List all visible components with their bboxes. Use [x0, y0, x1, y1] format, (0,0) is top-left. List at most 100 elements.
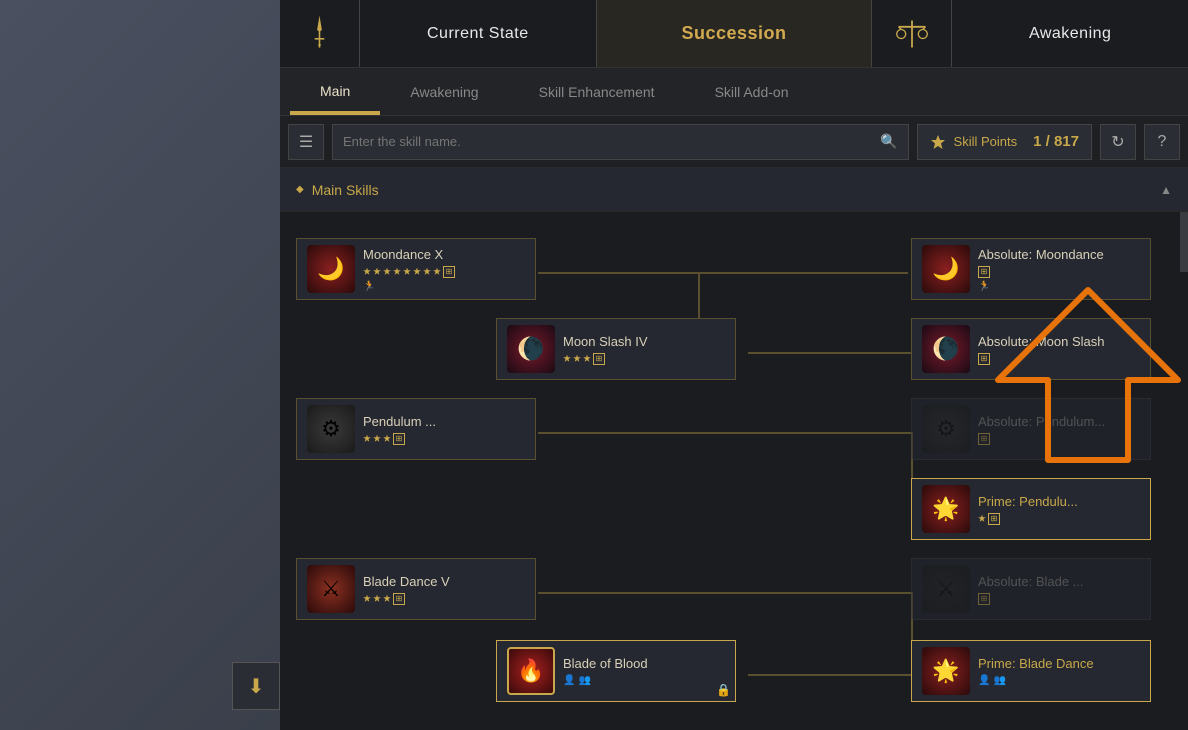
tab-awakening[interactable]: Awakening [380, 68, 508, 115]
skill-card-abs-blade[interactable]: ⚔ Absolute: Blade ... ⊞ [911, 558, 1151, 620]
tabs-row: Main Awakening Skill Enhancement Skill A… [280, 68, 1188, 116]
left-background [0, 0, 280, 730]
lock-icon-blade-blood: 🔒 [716, 683, 731, 697]
skill-card-prime-pendulum[interactable]: 🌟 Prime: Pendulu... ⊞ [911, 478, 1151, 540]
skill-icon-abs-moondance: 🌙 [922, 245, 970, 293]
search-input[interactable] [343, 134, 872, 149]
nav-current-state[interactable]: Current State [360, 0, 597, 67]
skill-icon-prime-pendulum: 🌟 [922, 485, 970, 533]
stars-moondance: ⊞ [363, 266, 525, 278]
search-icon: 🔍 [880, 133, 897, 150]
current-state-label: Current State [427, 25, 529, 43]
skill-name-abs-pendulum: Absolute: Pendulum... [978, 414, 1140, 429]
expand-abs-moon-slash[interactable]: ⊞ [978, 353, 990, 365]
expand-icon-blade-dance[interactable]: ⊞ [393, 593, 405, 605]
skill-name-moon-slash: Moon Slash IV [563, 334, 725, 349]
stars-moon-slash: ⊞ [563, 353, 725, 365]
expand-abs-pendulum[interactable]: ⊞ [978, 433, 990, 445]
skill-name-abs-moon-slash: Absolute: Moon Slash [978, 334, 1140, 349]
help-button[interactable]: ? [1144, 124, 1180, 160]
expand-abs-blade[interactable]: ⊞ [978, 593, 990, 605]
skill-points-value: 1 / 817 [1033, 133, 1079, 150]
expand-icon-pendulum[interactable]: ⊞ [393, 433, 405, 445]
stars-abs-pendulum: ⊞ [978, 433, 1140, 445]
scales-icon-section[interactable] [872, 0, 952, 67]
skill-tree: 🌙 Moondance X ⊞ [296, 228, 1172, 730]
stars-pendulum: ⊞ [363, 433, 525, 445]
subicons-moondance: 🏃 [363, 281, 525, 292]
section-header-left: ◆ Main Skills [296, 182, 379, 198]
skill-card-abs-moon-slash[interactable]: 🌘 Absolute: Moon Slash ⊞ [911, 318, 1151, 380]
skill-icon-moondance: 🌙 [307, 245, 355, 293]
section-header: ◆ Main Skills ▲ [280, 168, 1188, 212]
skill-card-moon-slash[interactable]: 🌘 Moon Slash IV ⊞ [496, 318, 736, 380]
skill-card-blade-blood[interactable]: 🔥 Blade of Blood 👤 👥 🔒 [496, 640, 736, 702]
skill-icon-blade-blood: 🔥 [507, 647, 555, 695]
stars-abs-moon-slash: ⊞ [978, 353, 1140, 365]
expand-icon-moon-slash[interactable]: ⊞ [593, 353, 605, 365]
skill-name-abs-blade: Absolute: Blade ... [978, 574, 1140, 589]
skill-card-prime-blade[interactable]: 🌟 Prime: Blade Dance 👤 👥 [911, 640, 1151, 702]
main-skills-label: Main Skills [312, 182, 379, 198]
awakening-label: Awakening [1029, 25, 1111, 43]
collapse-button[interactable]: ▲ [1160, 183, 1172, 197]
stars-blade-dance: ⊞ [363, 593, 525, 605]
skill-name-pendulum: Pendulum ... [363, 414, 525, 429]
skill-icon-abs-moon-slash: 🌘 [922, 325, 970, 373]
nav-succession[interactable]: Succession [597, 0, 873, 67]
scales-icon [894, 16, 930, 52]
skill-points-icon [930, 134, 946, 150]
expand-prime-pendulum[interactable]: ⊞ [988, 513, 1000, 525]
skill-icon-abs-blade: ⚔ [922, 565, 970, 613]
connector-moondance-h [538, 272, 698, 274]
skill-card-moondance[interactable]: 🌙 Moondance X ⊞ [296, 238, 536, 300]
scrollbar-thumb[interactable] [1180, 212, 1188, 272]
subicons-abs-moondance: 🏃 [978, 281, 1140, 292]
connector-abs-moonslash-h [748, 352, 913, 354]
skill-name-blade-blood: Blade of Blood [563, 656, 725, 671]
connector-moondance-abs-h [698, 272, 908, 274]
skill-card-pendulum[interactable]: ⚙ Pendulum ... ⊞ [296, 398, 536, 460]
skill-icon-moon-slash: 🌘 [507, 325, 555, 373]
connector-blade-h [538, 592, 913, 594]
skill-icon-blade-dance: ⚔ [307, 565, 355, 613]
connector-pendulum-h [538, 432, 913, 434]
expand-icon-moondance[interactable]: ⊞ [443, 266, 455, 278]
top-navigation: Current State Succession Awakening [280, 0, 1188, 68]
skill-card-abs-moondance[interactable]: 🌙 Absolute: Moondance ⊞ 🏃 [911, 238, 1151, 300]
skill-icon-pendulum: ⚙ [307, 405, 355, 453]
skill-icon-prime-blade: 🌟 [922, 647, 970, 695]
subicons-prime-blade: 👤 👥 [978, 675, 1140, 686]
skill-card-abs-pendulum[interactable]: ⚙ Absolute: Pendulum... ⊞ [911, 398, 1151, 460]
skill-points-section: Skill Points 1 / 817 [917, 124, 1092, 160]
stars-prime-pendulum: ⊞ [978, 513, 1140, 525]
skill-card-blade-dance[interactable]: ⚔ Blade Dance V ⊞ [296, 558, 536, 620]
main-panel: Current State Succession Awakening Main … [280, 0, 1188, 730]
skill-name-abs-moondance: Absolute: Moondance [978, 247, 1140, 262]
skill-name-moondance: Moondance X [363, 247, 525, 262]
tab-skill-enhancement[interactable]: Skill Enhancement [509, 68, 685, 115]
filter-button[interactable]: ☰ [288, 124, 324, 160]
expand-abs-moondance[interactable]: ⊞ [978, 266, 990, 278]
skill-name-blade-dance: Blade Dance V [363, 574, 525, 589]
sword-icon-section[interactable] [280, 0, 360, 67]
nav-awakening[interactable]: Awakening [952, 0, 1188, 67]
succession-label: Succession [681, 23, 786, 44]
skill-name-prime-pendulum: Prime: Pendulu... [978, 494, 1140, 509]
skill-name-prime-blade: Prime: Blade Dance [978, 656, 1140, 671]
sword-icon [300, 14, 339, 54]
connector-blade-blood-h [748, 674, 913, 676]
stars-abs-blade: ⊞ [978, 593, 1140, 605]
scrollbar[interactable] [1180, 212, 1188, 730]
subicons-blade-blood: 👤 👥 [563, 675, 725, 686]
search-box[interactable]: 🔍 [332, 124, 909, 160]
skill-icon-abs-pendulum: ⚙ [922, 405, 970, 453]
tab-main[interactable]: Main [290, 68, 380, 115]
tab-skill-addon[interactable]: Skill Add-on [685, 68, 819, 115]
skills-area: 🌙 Moondance X ⊞ [280, 212, 1188, 730]
skill-points-label: Skill Points [954, 134, 1018, 149]
filter-row: ☰ 🔍 Skill Points 1 / 817 ↻ ? [280, 116, 1188, 168]
download-button[interactable]: ⬇ [232, 662, 280, 710]
refresh-button[interactable]: ↻ [1100, 124, 1136, 160]
diamond-icon: ◆ [296, 184, 304, 195]
